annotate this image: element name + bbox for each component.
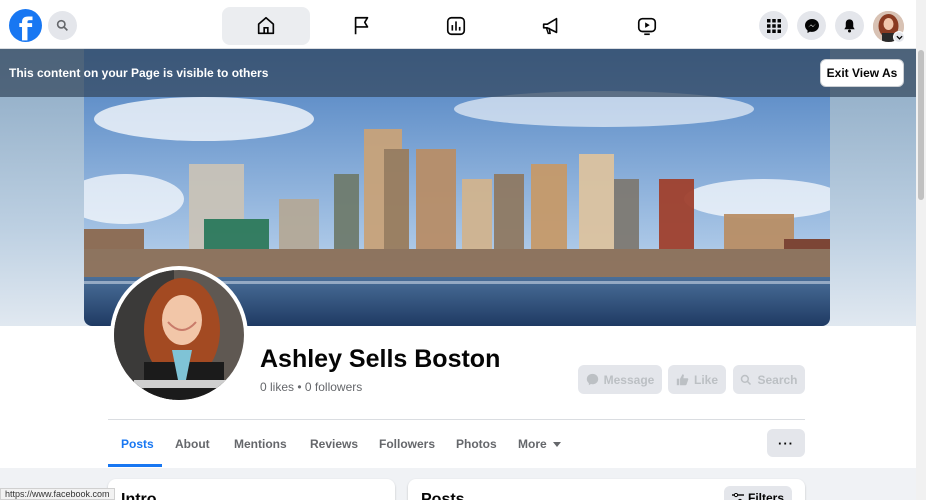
message-button[interactable]: Message (578, 365, 662, 394)
view-as-banner: This content on your Page is visible to … (0, 49, 916, 97)
exit-view-as-button[interactable]: Exit View As (820, 59, 904, 87)
chevron-down-icon (553, 442, 562, 447)
account-menu-caret[interactable] (893, 31, 905, 43)
menu-grid-icon (766, 18, 781, 33)
nav-tab-home[interactable] (222, 7, 310, 45)
page-stats: 0 likes • 0 followers (260, 380, 363, 394)
top-navigation-bar: f (0, 0, 926, 49)
flag-icon (354, 16, 369, 35)
search-icon (741, 374, 752, 385)
filters-label: Filters (747, 491, 784, 500)
message-icon (586, 373, 598, 386)
nav-tab-ads[interactable] (507, 7, 595, 45)
facebook-logo[interactable]: f (9, 9, 42, 48)
messenger-button[interactable] (797, 11, 826, 40)
megaphone-icon (542, 17, 558, 35)
messenger-icon (804, 18, 819, 33)
tab-more[interactable]: More (518, 437, 562, 451)
notifications-button[interactable] (835, 11, 864, 40)
filters-icon (731, 493, 744, 500)
tab-photos[interactable]: Photos (456, 437, 497, 451)
thumbs-up-icon (676, 374, 689, 386)
tab-about[interactable]: About (175, 437, 210, 451)
header-divider (108, 419, 805, 420)
profile-picture[interactable] (110, 266, 248, 404)
home-icon (257, 16, 275, 35)
nav-tab-insights[interactable] (412, 7, 500, 45)
filters-button[interactable]: Filters (724, 486, 792, 500)
tab-mentions[interactable]: Mentions (234, 437, 287, 451)
like-button-label: Like (693, 372, 718, 387)
bell-icon (844, 19, 855, 33)
watch-icon (637, 17, 657, 36)
intro-title: Intro (121, 491, 157, 500)
status-bar-url: https://www.facebook.com (0, 488, 115, 500)
menu-button[interactable] (759, 11, 788, 40)
intro-card: Intro (108, 479, 395, 500)
tab-reviews[interactable]: Reviews (310, 437, 358, 451)
search-button-label: Search (757, 372, 798, 387)
page-title: Ashley Sells Boston (260, 345, 501, 373)
active-tab-indicator (108, 464, 162, 467)
search-icon (56, 19, 68, 31)
scrollbar-thumb[interactable] (918, 50, 924, 200)
nav-tab-watch[interactable] (603, 7, 691, 45)
message-button-label: Message (603, 372, 655, 387)
view-as-notice-text: This content on your Page is visible to … (9, 66, 269, 80)
insights-icon (446, 16, 466, 36)
tab-more-label: More (518, 437, 547, 451)
posts-title: Posts (421, 491, 465, 500)
like-button[interactable]: Like (668, 365, 726, 394)
search-page-button[interactable]: Search (733, 365, 805, 394)
more-options-button[interactable]: ··· (767, 429, 805, 457)
chevron-down-icon (895, 35, 903, 40)
tab-posts[interactable]: Posts (121, 437, 154, 451)
search-button[interactable] (48, 11, 77, 40)
nav-tab-pages[interactable] (318, 7, 406, 45)
tab-followers[interactable]: Followers (379, 437, 435, 451)
